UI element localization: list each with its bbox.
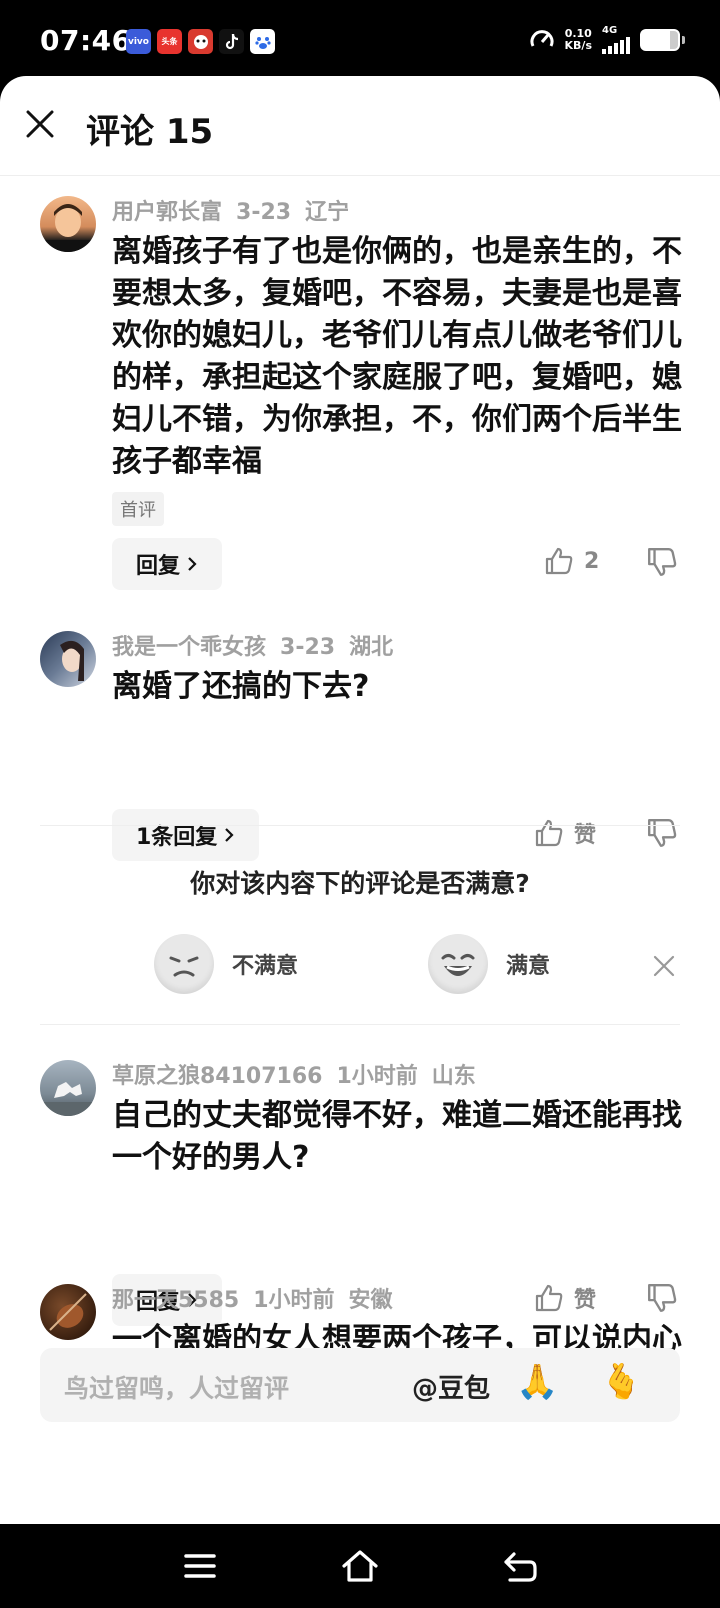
thumbs-up-icon [535, 819, 563, 847]
back-icon[interactable] [500, 1546, 540, 1586]
like-label: 赞 [574, 1288, 597, 1313]
comment-date: 3-23 [280, 635, 336, 660]
laughing-face-icon [428, 934, 488, 994]
comment-text[interactable]: 自己的丈夫都觉得不好，难道二婚还能再找一个好的男人? [112, 1095, 682, 1179]
sheet-header: 评论 15 [0, 76, 720, 176]
comment-location: 湖北 [349, 635, 394, 660]
vivo-icon: vivo [126, 29, 151, 54]
status-time: 07:46 [40, 24, 132, 57]
survey-positive-label: 满意 [506, 954, 551, 979]
thumbs-up-icon [535, 1284, 563, 1312]
network-type: 4G [602, 25, 618, 36]
reply-button[interactable]: 回复 [112, 538, 223, 590]
reply-label: 1条回复 [136, 825, 218, 850]
survey-negative-option[interactable]: 不满意 [154, 934, 298, 994]
reply-label: 回复 [136, 554, 181, 579]
cell-signal: 4G [602, 26, 630, 54]
battery-icon [640, 29, 685, 51]
menu-icon[interactable] [180, 1546, 220, 1586]
notification-icons: vivo 头条 [126, 29, 275, 54]
toutiao-icon: 头条 [157, 29, 182, 54]
finger-heart-emoji-button[interactable]: 🫰 [600, 1362, 642, 1402]
pray-emoji-button[interactable]: 🙏 [516, 1362, 558, 1402]
comment-input[interactable]: 鸟过留鸣，人过留评 @豆包 🙏 🫰 [40, 1348, 680, 1422]
net-speed: 0.10 KB/s [565, 28, 592, 52]
comment-meta: 那一天5585 1小时前 安徽 [112, 1282, 407, 1314]
signal-bars-icon [602, 36, 630, 54]
comment-date: 3-23 [236, 200, 292, 225]
survey-positive-option[interactable]: 满意 [428, 934, 550, 994]
home-icon[interactable] [340, 1546, 380, 1586]
like-label: 赞 [574, 823, 597, 848]
comment-location: 安徽 [348, 1288, 393, 1313]
chevron-right-icon [188, 557, 197, 571]
avatar[interactable] [40, 196, 96, 252]
status-right: 0.10 KB/s 4G [529, 26, 685, 54]
thumbs-up-icon [545, 547, 573, 575]
comment-date: 1小时前 [253, 1288, 335, 1313]
comment-text[interactable]: 离婚了还搞的下去? [112, 666, 682, 708]
comment-input-placeholder: 鸟过留鸣，人过留评 [64, 1374, 290, 1403]
survey-negative-label: 不满意 [232, 954, 299, 979]
status-bar: 07:46 vivo 头条 0.10 KB/s 4G [0, 0, 720, 80]
like-button[interactable]: 赞 [534, 1282, 596, 1314]
tiktok-icon [219, 29, 244, 54]
comment-date: 1小时前 [336, 1064, 418, 1089]
chevron-right-icon [225, 828, 234, 842]
comment-sheet: 评论 15 用户郭长富 3-23 辽宁 离婚孩子有了也是你俩的，也是亲生的，不要想太… [0, 76, 720, 1524]
comment-meta: 我是一个乖女孩 3-23 湖北 [112, 629, 407, 661]
avatar[interactable] [40, 631, 96, 687]
net-speed-unit: KB/s [564, 39, 592, 52]
divider [40, 825, 680, 826]
like-count: 2 [584, 548, 600, 574]
close-icon[interactable] [652, 954, 676, 978]
comment-meta: 草原之狼84107166 1小时前 山东 [112, 1058, 490, 1090]
like-button[interactable]: 赞 [534, 817, 596, 849]
comment-username[interactable]: 我是一个乖女孩 [112, 635, 266, 660]
thumbs-down-icon[interactable] [646, 1282, 678, 1314]
close-icon[interactable] [22, 106, 58, 142]
divider [40, 1024, 680, 1025]
comment-meta: 用户郭长富 3-23 辽宁 [112, 194, 363, 226]
speedometer-icon [530, 30, 553, 47]
system-nav-bar [0, 1524, 720, 1608]
comment-location: 辽宁 [305, 200, 350, 225]
thumbs-down-icon[interactable] [646, 546, 678, 578]
avatar[interactable] [40, 1060, 96, 1116]
avatar[interactable] [40, 1284, 96, 1340]
comment-text[interactable]: 离婚孩子有了也是你俩的，也是亲生的，不要想太多，复婚吧，不容易，夫妻是也是喜欢你… [112, 231, 682, 483]
mention-button[interactable]: @豆包 [412, 1368, 490, 1405]
comment-location: 山东 [431, 1064, 476, 1089]
game-icon [188, 29, 213, 54]
thumbs-down-icon[interactable] [646, 817, 678, 849]
comment-username[interactable]: 草原之狼84107166 [112, 1064, 322, 1089]
replies-button[interactable]: 1条回复 [112, 809, 260, 861]
survey-question: 你对该内容下的评论是否满意? [190, 869, 530, 898]
unhappy-face-icon [154, 934, 214, 994]
like-button[interactable]: 2 [544, 546, 599, 576]
comment-username[interactable]: 那一天5585 [112, 1288, 239, 1313]
baidu-icon [250, 29, 275, 54]
comment-username[interactable]: 用户郭长富 [112, 200, 222, 225]
page-title: 评论 15 [86, 112, 214, 152]
first-comment-badge: 首评 [112, 492, 164, 526]
